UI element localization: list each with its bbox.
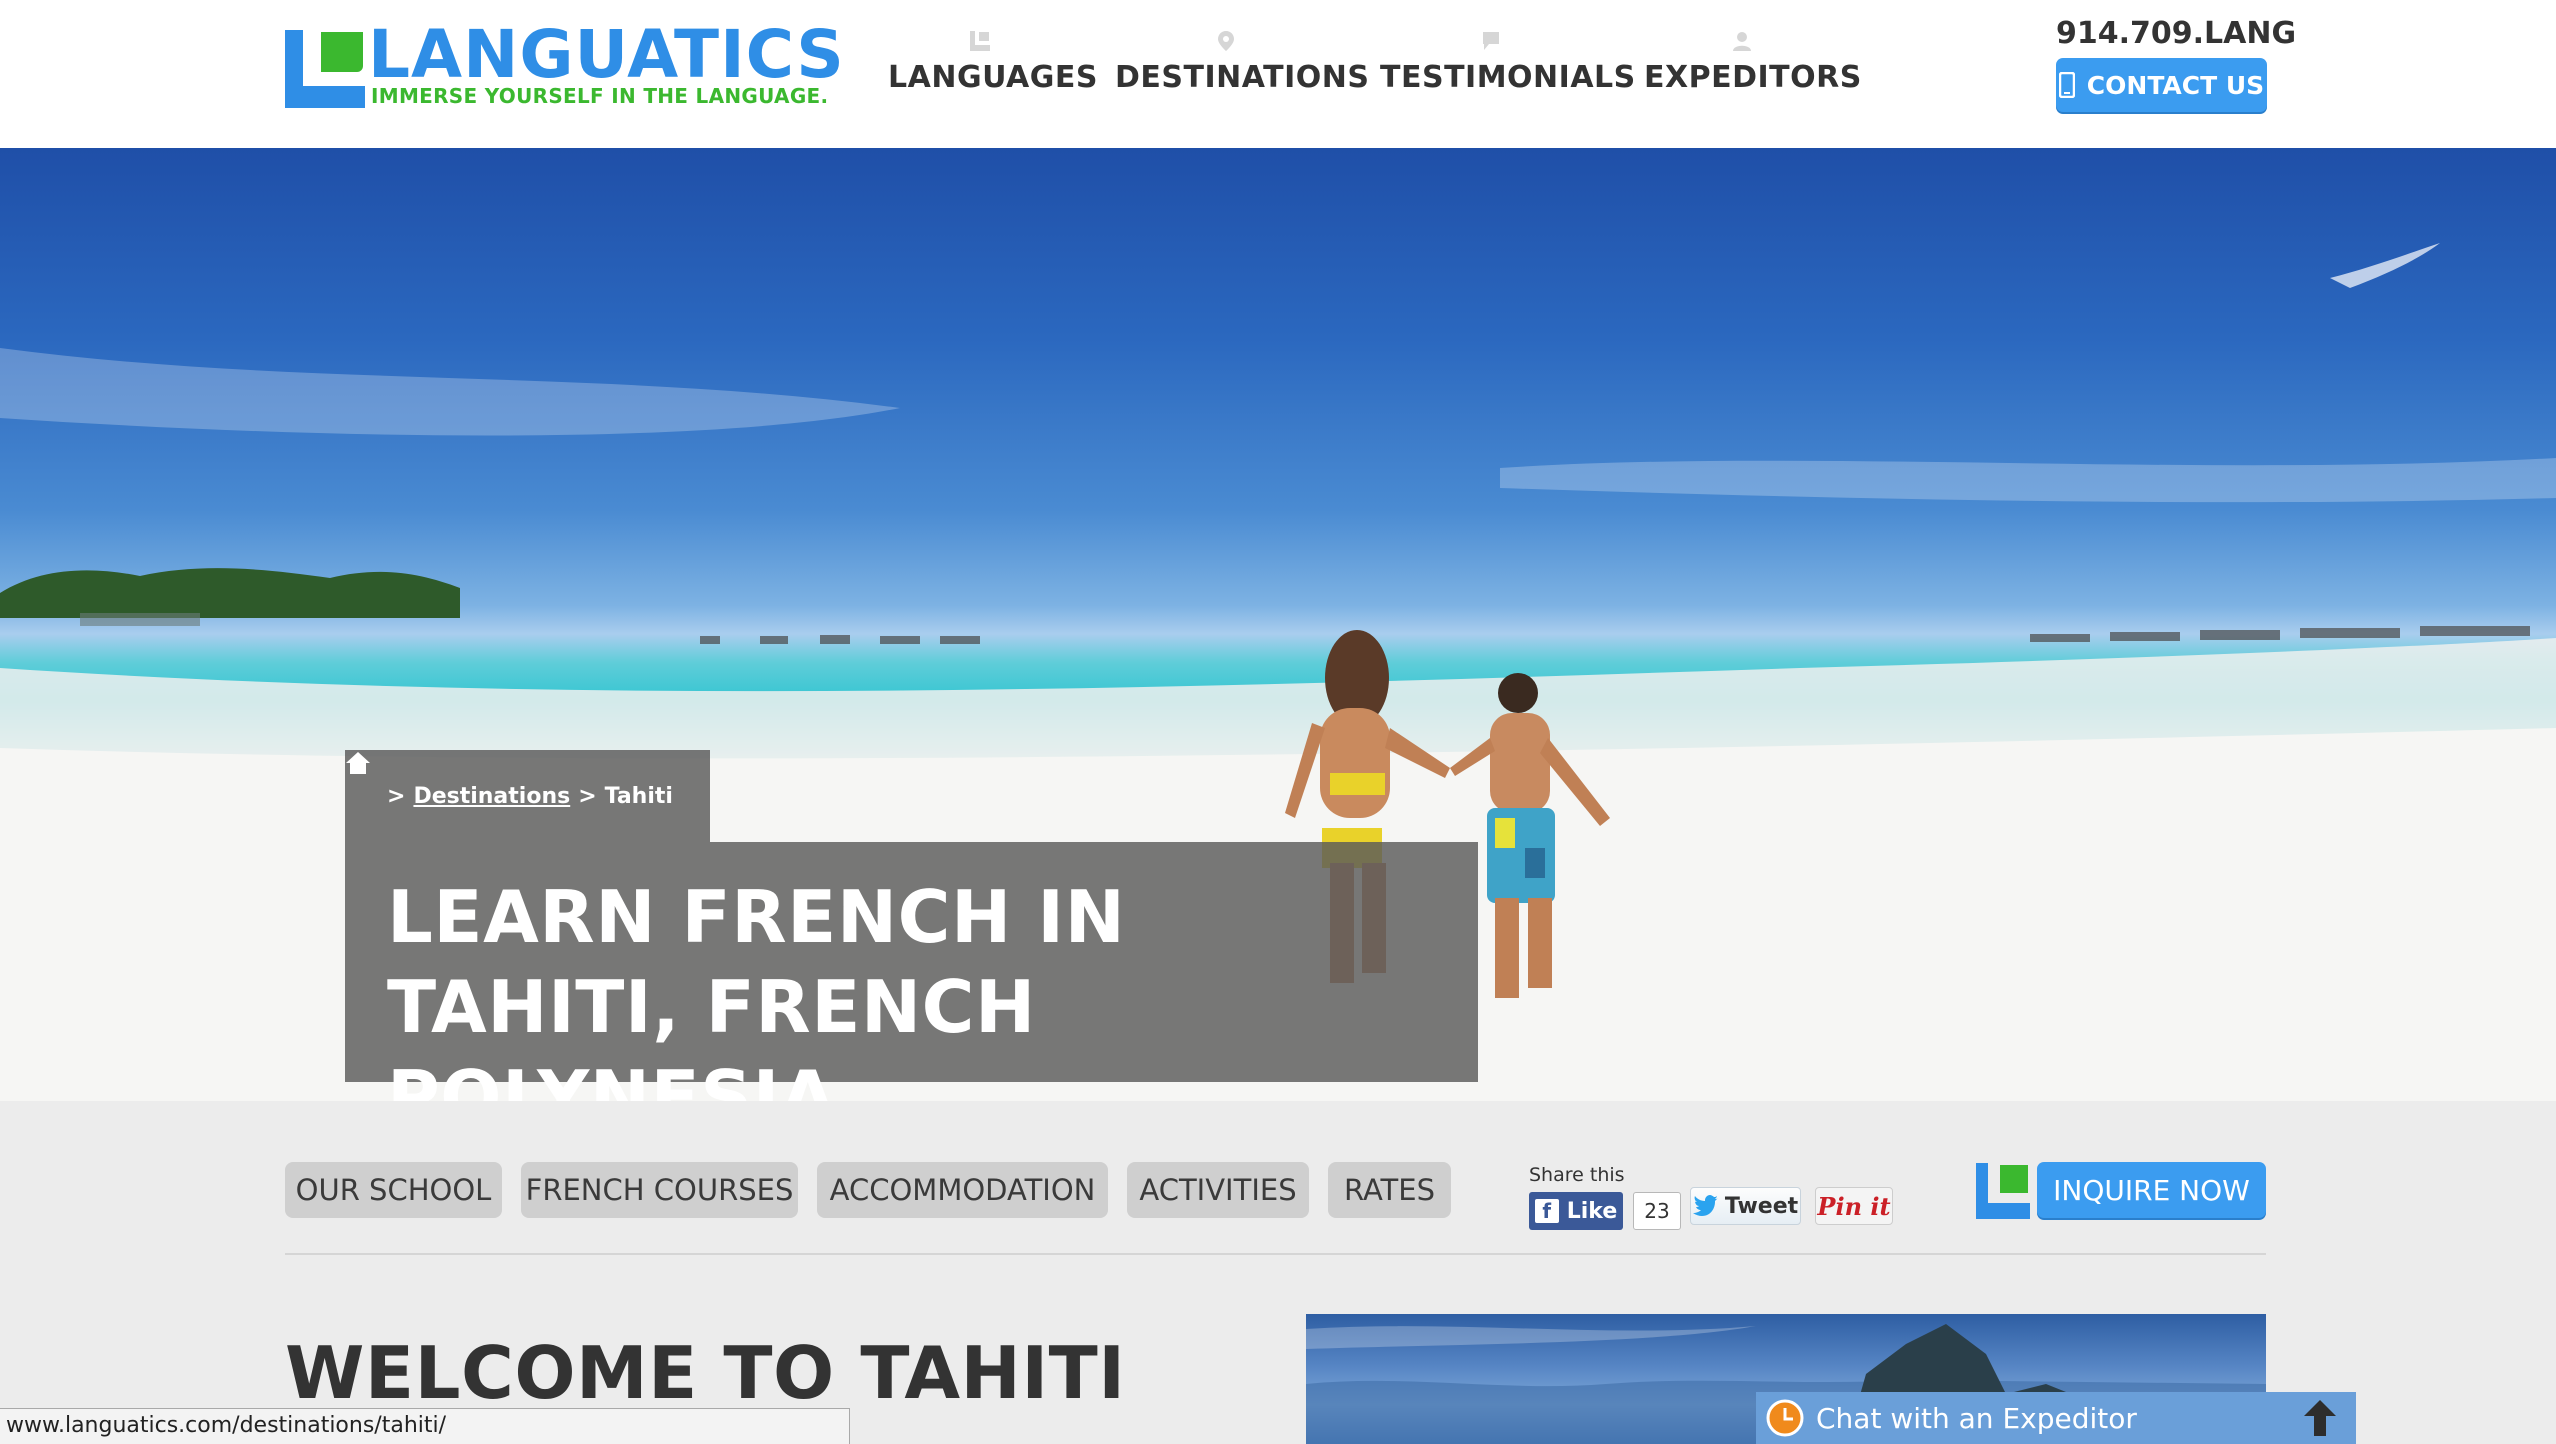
logo-mark-icon	[285, 30, 365, 108]
browser-status-url: www.languatics.com/destinations/tahiti/	[0, 1408, 850, 1444]
home-icon[interactable]	[345, 750, 371, 776]
tab-our-school[interactable]: OUR SCHOOL	[285, 1162, 502, 1218]
tab-activities[interactable]: ACTIVITIES	[1127, 1162, 1309, 1218]
contact-us-button[interactable]: CONTACT US	[2056, 58, 2267, 112]
phone-number[interactable]: 914.709.LANG	[2056, 16, 2296, 51]
tab-french-courses[interactable]: FRENCH COURSES	[521, 1162, 798, 1218]
map-pin-icon	[1218, 31, 1234, 51]
chat-label: Chat with an Expeditor	[1816, 1401, 2137, 1435]
contact-us-label: CONTACT US	[2086, 70, 2265, 100]
hero-title-box: LEARN FRENCH IN TAHITI, FRENCH POLYNESIA…	[345, 842, 1478, 1101]
facebook-icon: f	[1534, 1199, 1559, 1223]
nav-destinations[interactable]: DESTINATIONS	[1115, 28, 1370, 108]
mobile-phone-icon	[2058, 72, 2075, 98]
person-icon	[1733, 32, 1751, 51]
pinterest-pin-button[interactable]: Pin it	[1815, 1187, 1893, 1225]
facebook-like-button[interactable]: f Like	[1529, 1192, 1623, 1230]
hero-title-line-1: LEARN FRENCH IN	[387, 875, 1126, 959]
nav-label: EXPEDITORS	[1644, 60, 1862, 95]
breadcrumb-current: Tahiti	[604, 783, 673, 809]
arrow-up-icon[interactable]	[2302, 1398, 2338, 1438]
inquire-now-button[interactable]: INQUIRE NOW	[2037, 1162, 2266, 1218]
tweet-label: Tweet	[1724, 1193, 1799, 1219]
tab-accommodation[interactable]: ACCOMMODATION	[817, 1162, 1108, 1218]
nav-expeditors[interactable]: EXPEDITORS	[1644, 28, 1862, 108]
breadcrumb-separator: >	[578, 783, 597, 809]
section-divider	[285, 1253, 2266, 1255]
breadcrumb: > Destinations > Tahiti	[345, 750, 710, 842]
nav-label: DESTINATIONS	[1115, 60, 1370, 95]
hero-title: LEARN FRENCH IN TAHITI, FRENCH POLYNESIA…	[387, 872, 1467, 1101]
tab-rates[interactable]: RATES	[1328, 1162, 1451, 1218]
site-logo[interactable]: LANGUATICS IMMERSE YOURSELF IN THE LANGU…	[285, 22, 844, 112]
logo-wordmark: LANGUATICS	[368, 16, 845, 93]
nav-label: LANGUAGES	[888, 60, 1098, 95]
facebook-like-count: 23	[1633, 1192, 1681, 1230]
hero-title-line-2: TAHITI, FRENCH POLYNESIA.	[387, 965, 1036, 1101]
tweet-button[interactable]: Tweet	[1690, 1187, 1801, 1225]
nav-languages[interactable]: LANGUAGES	[888, 28, 1098, 108]
languages-icon	[970, 31, 990, 51]
welcome-heading: WELCOME TO TAHITI	[285, 1331, 1126, 1415]
share-this-label: Share this	[1529, 1164, 1625, 1186]
breadcrumb-separator: >	[387, 783, 406, 809]
twitter-bird-icon	[1692, 1195, 1718, 1216]
chat-clock-icon	[1766, 1399, 1804, 1437]
languatics-mark-icon	[1976, 1163, 2030, 1219]
breadcrumb-link-destinations[interactable]: Destinations	[413, 784, 570, 809]
page: LANGUATICS IMMERSE YOURSELF IN THE LANGU…	[0, 0, 2556, 1444]
speech-bubble-icon	[1483, 32, 1499, 50]
logo-tagline: IMMERSE YOURSELF IN THE LANGUAGE.	[371, 84, 829, 108]
site-header: LANGUATICS IMMERSE YOURSELF IN THE LANGU…	[0, 0, 2556, 148]
nav-label: TESTIMONIALS	[1380, 60, 1636, 95]
hero-banner: > Destinations > Tahiti LEARN FRENCH IN …	[0, 148, 2556, 1101]
chat-with-expeditor-bar[interactable]: Chat with an Expeditor	[1756, 1392, 2356, 1444]
nav-testimonials[interactable]: TESTIMONIALS	[1380, 28, 1636, 108]
facebook-like-label: Like	[1566, 1198, 1618, 1224]
